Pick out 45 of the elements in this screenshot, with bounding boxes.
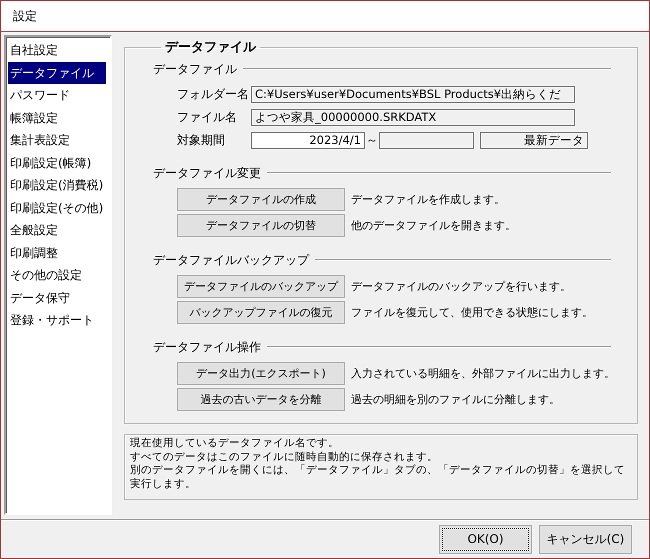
ok-button[interactable]: OK(O) <box>439 524 532 554</box>
section-title: データファイル操作 <box>153 338 261 356</box>
group-title: データファイル <box>164 39 258 56</box>
action-button[interactable]: 過去の古いデータを分離 <box>177 388 345 411</box>
list-item[interactable]: 印刷設定(その他) <box>8 196 106 219</box>
help-text: 現在使用しているデータファイル名です。 <box>130 437 340 450</box>
action-description: データファイルを作成します。 <box>351 192 505 207</box>
text-field[interactable]: 最新データ <box>480 132 588 148</box>
action-button[interactable]: バックアップファイルの復元 <box>177 301 345 324</box>
field-label: フォルダー名 <box>177 86 250 102</box>
list-item[interactable]: 自社設定 <box>8 39 106 62</box>
list-item[interactable]: 集計表設定 <box>8 129 106 152</box>
action-button[interactable]: データファイルの作成 <box>177 188 345 211</box>
list-item[interactable]: 印刷設定(帳簿) <box>8 152 106 174</box>
list-item[interactable]: パスワード <box>8 84 106 106</box>
list-item[interactable]: データ保守 <box>8 286 106 309</box>
field-label: 対象期間 <box>177 132 226 148</box>
list-item[interactable]: 帳簿設定 <box>8 106 106 129</box>
list-item[interactable]: 印刷設定(消費税) <box>8 174 106 196</box>
section-title: データファイル <box>153 60 237 78</box>
field-label: ファイル名 <box>177 108 238 126</box>
action-button[interactable]: データ出力(エクスポート) <box>177 362 345 385</box>
section-title: データファイル変更 <box>153 164 261 182</box>
window-title: 設定 <box>13 8 37 24</box>
text-field[interactable]: 2023/4/1 <box>251 132 365 148</box>
action-description: 他のデータファイルを開きます。 <box>351 218 516 233</box>
help-text: すべてのデータはこのファイルに随時自動的に保存されます。 <box>130 450 439 464</box>
action-description: データファイルのバックアップを行います。 <box>351 279 571 294</box>
section-title: データファイルバックアップ <box>153 252 309 268</box>
action-button[interactable]: データファイルの切替 <box>177 214 345 237</box>
list-item[interactable]: 登録・サポート <box>8 309 106 332</box>
list-item[interactable]: 全般設定 <box>8 219 106 242</box>
list-item[interactable]: 印刷調整 <box>8 242 106 264</box>
cancel-button[interactable]: キャンセル(C) <box>539 524 632 554</box>
text-field[interactable]: C:¥Users¥user¥Documents¥BSL Products¥出納らくだ <box>251 86 575 102</box>
action-description: 入力されている明細を、外部ファイルに出力します。 <box>351 366 615 381</box>
text-field[interactable] <box>379 132 474 148</box>
range-separator: ～ <box>365 132 379 148</box>
list-item[interactable]: データファイル <box>8 62 106 84</box>
help-text: 別のデータファイルを開くには、「データファイル」タブの、「データファイルの切替」を選択して実行します。 <box>130 464 626 491</box>
list-item[interactable]: その他の設定 <box>8 264 106 286</box>
text-field[interactable]: よつや家具_00000000.SRKDATX <box>251 108 575 126</box>
action-description: 過去の明細を別のファイルに分離します。 <box>351 392 560 407</box>
action-description: ファイルを復元して、使用できる状態にします。 <box>351 305 593 320</box>
action-button[interactable]: データファイルのバックアップ <box>177 275 345 298</box>
